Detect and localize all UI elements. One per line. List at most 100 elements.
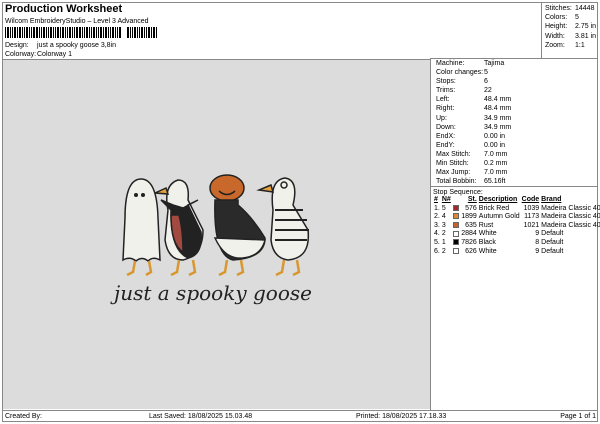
info-value: 22 <box>484 87 492 95</box>
stat-zoom: Zoom: 1:1 <box>542 41 598 50</box>
stat-value: 3.81 in <box>575 32 597 40</box>
thread-brand: Default <box>541 247 564 255</box>
stop-num: 1. <box>434 204 440 212</box>
info-value: 5 <box>484 69 488 77</box>
info-value: Tajima <box>484 60 505 67</box>
stop-row: 4. 2 2884 White 9 Default <box>433 230 600 239</box>
info-row: Up: 34.9 mm <box>433 114 596 123</box>
stat-label: Stitches: <box>545 5 572 12</box>
stat-label: Width: <box>545 32 565 40</box>
stop-row: 3. 3 635 Rust 1021 Madeira Classic 40 <box>433 222 600 231</box>
needle: 5 <box>441 204 446 212</box>
info-label: Up: <box>436 114 447 122</box>
thread-brand: Default <box>541 230 564 238</box>
thread-description: Autumn Gold <box>478 213 520 221</box>
design-label: Design: <box>5 42 29 49</box>
thread-brand: Madeira Classic 40 <box>541 221 600 229</box>
printed-date: Printed: 18/08/2025 17.18.33 <box>356 413 447 420</box>
thread-description: Black <box>478 238 496 246</box>
stop-sequence-title: Stop Sequence: <box>433 189 483 196</box>
needle: 2 <box>441 230 446 238</box>
stat-label: Colors: <box>545 14 568 22</box>
stop-num: 3. <box>434 221 440 229</box>
stop-num: 4. <box>434 230 440 238</box>
footer: Created By: Last Saved: 18/08/2025 15.03… <box>3 410 598 421</box>
thread-code: 8 <box>535 238 540 246</box>
info-row: Min Stitch: 0.2 mm <box>433 159 596 168</box>
stat-value: 14448 <box>575 5 595 12</box>
info-value: 0.2 mm <box>484 160 508 168</box>
stop-row: 2. 4 1899 Autumn Gold 1173 Madeira Classic 40 <box>433 213 600 222</box>
info-value: 0.00 in <box>484 141 506 149</box>
info-label: Down: <box>436 123 456 131</box>
info-row: Total Bobbin: 65.16ft <box>433 177 596 186</box>
design-preview: just a spooky goose <box>3 59 430 409</box>
info-row: EndX: 0.00 in <box>433 132 596 141</box>
stat-value: 5 <box>575 14 579 22</box>
stitch-count: 7826 <box>461 238 477 246</box>
thread-code: 9 <box>535 230 540 238</box>
created-by: Created By: <box>5 413 42 420</box>
info-value: 48.4 mm <box>484 105 512 113</box>
info-label: Left: <box>436 96 450 104</box>
stop-row: 5. 1 7826 Black 8 Default <box>433 239 600 248</box>
stat-label: Height: <box>545 23 568 31</box>
stat-height: Height: 2.75 in <box>542 22 598 31</box>
info-value: 7.0 mm <box>484 150 508 158</box>
info-value: 48.4 mm <box>484 96 512 104</box>
info-label: Max Stitch: <box>436 150 471 158</box>
last-saved: Last Saved: 18/08/2025 15.03.48 <box>149 413 253 420</box>
needle: 2 <box>441 247 446 255</box>
design-value: just a spooky goose 3,8in <box>37 42 116 49</box>
stop-row: 1. 5 576 Brick Red 1039 Madeira Classic 40 <box>433 205 600 214</box>
thread-brand: Default <box>541 238 564 246</box>
stitch-count: 2884 <box>461 230 477 238</box>
col-num: # <box>434 196 438 203</box>
thread-description: Rust <box>478 221 494 229</box>
thread-code: 1039 <box>523 204 540 212</box>
thread-description: White <box>478 230 497 238</box>
stop-sequence: Stop Sequence: # N# St. Description Code… <box>431 186 600 258</box>
info-label: EndX: <box>436 132 456 140</box>
col-description: Description <box>478 196 518 203</box>
thread-code: 9 <box>535 247 540 255</box>
col-needle: N# <box>441 196 451 203</box>
stitch-count: 635 <box>465 221 477 229</box>
stat-value: 2.75 in <box>575 23 597 31</box>
info-value: 34.9 mm <box>484 114 512 122</box>
info-label: Max Jump: <box>436 169 471 177</box>
info-label: Total Bobbin: <box>436 178 477 186</box>
colorway-value: Colorway 1 <box>37 51 73 58</box>
design-text: just a spooky goose <box>110 281 312 305</box>
info-row: Down: 34.9 mm <box>433 123 596 132</box>
info-row: Left: 48.4 mm <box>433 95 596 104</box>
info-row: Machine: Tajima <box>433 59 596 68</box>
stop-num: 2. <box>434 213 440 221</box>
stitch-count: 626 <box>465 247 477 255</box>
info-label: Machine: <box>436 60 465 67</box>
stat-colors: Colors: 5 <box>542 13 598 22</box>
stitch-count: 1899 <box>461 213 477 221</box>
stop-num: 6. <box>434 247 440 255</box>
stop-row: 6. 2 626 White 9 Default <box>433 248 600 257</box>
stop-num: 5. <box>434 238 440 246</box>
thread-code: 1021 <box>523 221 540 229</box>
info-row: Max Jump: 7.0 mm <box>433 168 596 177</box>
stat-width: Width: 3.81 in <box>542 32 598 41</box>
colorway-row: Colorway:Colorway 1 <box>5 51 72 58</box>
info-label: Right: <box>436 105 455 113</box>
software-name: Wilcom EmbroideryStudio – Level 3 Advanc… <box>5 18 149 25</box>
info-label: Min Stitch: <box>436 160 469 168</box>
thread-brand: Madeira Classic 40 <box>541 213 600 221</box>
thread-description: Brick Red <box>478 204 510 212</box>
info-row: Max Stitch: 7.0 mm <box>433 150 596 159</box>
info-label: EndY: <box>436 141 455 149</box>
info-row: Stops: 6 <box>433 77 596 86</box>
page-title: Production Worksheet <box>5 3 123 15</box>
info-value: 65.16ft <box>484 178 506 186</box>
colorway-label: Colorway: <box>5 51 37 58</box>
needle: 4 <box>441 213 446 221</box>
info-label: Stops: <box>436 78 456 86</box>
info-row: Trims: 22 <box>433 86 596 95</box>
needle: 1 <box>441 238 446 246</box>
